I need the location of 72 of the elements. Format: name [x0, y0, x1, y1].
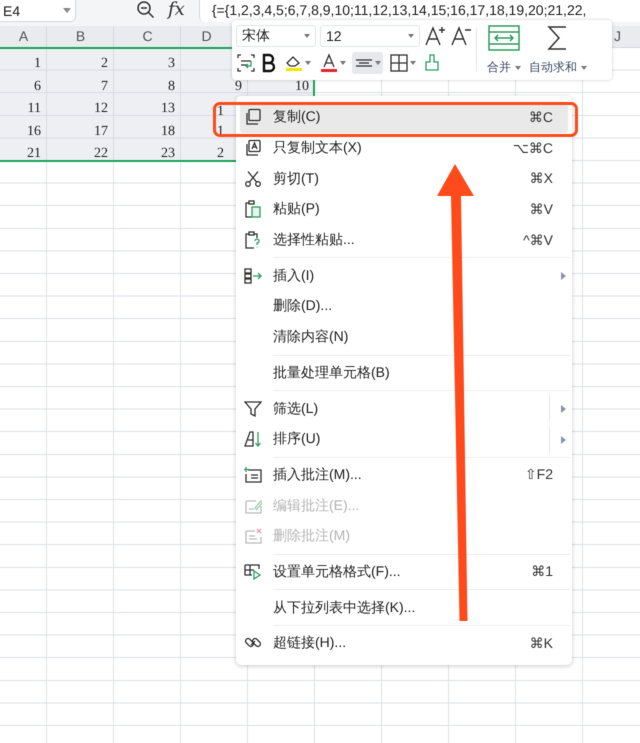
table-cell-text: 16 [26, 122, 42, 138]
caret-icon [581, 66, 587, 70]
scissors-icon [244, 170, 262, 188]
table-cell-text: 17 [93, 122, 109, 138]
table-cell-text: 3 [167, 55, 176, 71]
menu-item[interactable]: 插入批注(M)... ⇧F2 [236, 460, 572, 490]
table-cell-text: 13 [160, 100, 176, 116]
zoom-icon[interactable] [136, 0, 156, 20]
caret-icon [63, 8, 71, 13]
comment-icon [244, 466, 262, 484]
column-header[interactable]: D [181, 26, 232, 47]
menu-item[interactable]: 设置单元格格式(F)... ⌘1 [236, 556, 572, 588]
menu-item[interactable]: 从下拉列表中选择(K)... [236, 592, 572, 623]
increase-font-icon[interactable] [424, 24, 446, 46]
font-size-select[interactable]: 12 [320, 24, 420, 46]
sort-icon [244, 430, 262, 448]
caret-icon [305, 60, 311, 64]
autosum-button[interactable]: 自动求和 [525, 24, 591, 76]
wrap-icon[interactable] [236, 52, 256, 72]
table-cell-text: 21 [26, 145, 42, 161]
menu-item[interactable]: 粘贴(P) ⌘V [236, 194, 572, 225]
table-cell-text: 7 [100, 78, 109, 94]
format-cells-icon [244, 562, 262, 581]
align-button[interactable] [352, 52, 383, 74]
caret-icon [410, 60, 416, 64]
caret-icon [408, 34, 414, 38]
table-cell-text: 9 [234, 78, 243, 94]
menu-item[interactable]: 超链接(H)... ⌘K [236, 628, 572, 659]
copy-icon [244, 108, 262, 126]
grid-icon [389, 52, 409, 72]
table-cell-text: 2 [100, 55, 109, 71]
table-cell-text: 12 [93, 100, 109, 116]
caret-icon [304, 34, 310, 38]
font-color-icon [319, 52, 339, 72]
table-cell-text: 22 [93, 145, 109, 161]
menu-item[interactable]: 复制(C) ⌘C [240, 102, 568, 133]
clipboard-icon [244, 200, 262, 218]
merge-icon [487, 24, 521, 52]
formula-field[interactable]: {={1,2,3,4,5;6,7,8,9,10;11,12,13,14,15;16,17,18,19,20;21,22, [198, 0, 640, 22]
insert-icon [244, 266, 262, 285]
copy-text-icon [244, 139, 262, 158]
column-header[interactable]: J [612, 26, 640, 47]
table-cell-text: 18 [160, 122, 176, 138]
bold-icon[interactable] [260, 52, 278, 72]
column-header[interactable]: A [0, 26, 47, 47]
caret-icon [375, 60, 381, 64]
name-box[interactable]: E4 [0, 0, 76, 22]
menu-item[interactable]: 删除(D)... [236, 291, 572, 322]
table-cell-text: 2 [216, 145, 225, 161]
caret-icon [340, 60, 346, 64]
table-cell-text: 1 [216, 103, 225, 116]
filter-icon [244, 400, 262, 418]
table-cell-text: 10 [294, 78, 310, 94]
table-cell-text: 23 [160, 145, 176, 161]
menu-item[interactable]: 清除内容(N) [236, 322, 572, 352]
menu-item[interactable]: 只复制文本(X) ⌥⌘C [236, 132, 572, 164]
merge-button[interactable]: 合并 [483, 24, 525, 76]
function-button[interactable]: fx [168, 0, 185, 20]
caret-icon [515, 66, 521, 70]
table-cell-text: 1 [33, 55, 42, 71]
clipboard-question-icon [244, 231, 262, 250]
font-select[interactable]: 宋体 [236, 24, 316, 46]
table-cell-text: 6 [33, 78, 42, 94]
decrease-font-icon[interactable] [450, 24, 472, 46]
table-cell-text: 11 [26, 100, 42, 116]
delete-comment-icon [244, 527, 262, 546]
menu-item[interactable]: 剪切(T) ⌘X [236, 163, 572, 194]
column-header[interactable]: C [114, 26, 181, 47]
table-cell-text: 8 [167, 78, 176, 94]
menu-item[interactable]: 选择性粘贴... ^⌘V [236, 224, 572, 256]
column-header[interactable]: B [47, 26, 114, 47]
menu-item[interactable]: 批量处理单元格(B) [236, 358, 572, 388]
